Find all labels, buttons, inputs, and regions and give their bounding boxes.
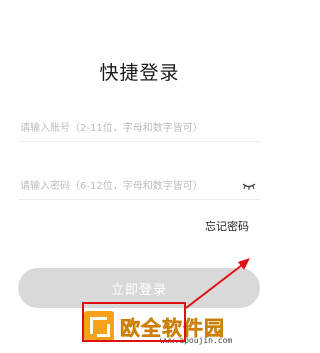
forgot-password-link[interactable]: 忘记密码 [205, 218, 249, 234]
account-input[interactable] [18, 116, 260, 141]
eye-closed-icon[interactable] [242, 181, 256, 191]
password-input[interactable] [18, 174, 260, 199]
password-field[interactable] [18, 174, 260, 200]
page-title: 快捷登录 [99, 62, 180, 84]
annotation-highlight-box [82, 302, 186, 342]
account-field[interactable] [18, 116, 260, 142]
